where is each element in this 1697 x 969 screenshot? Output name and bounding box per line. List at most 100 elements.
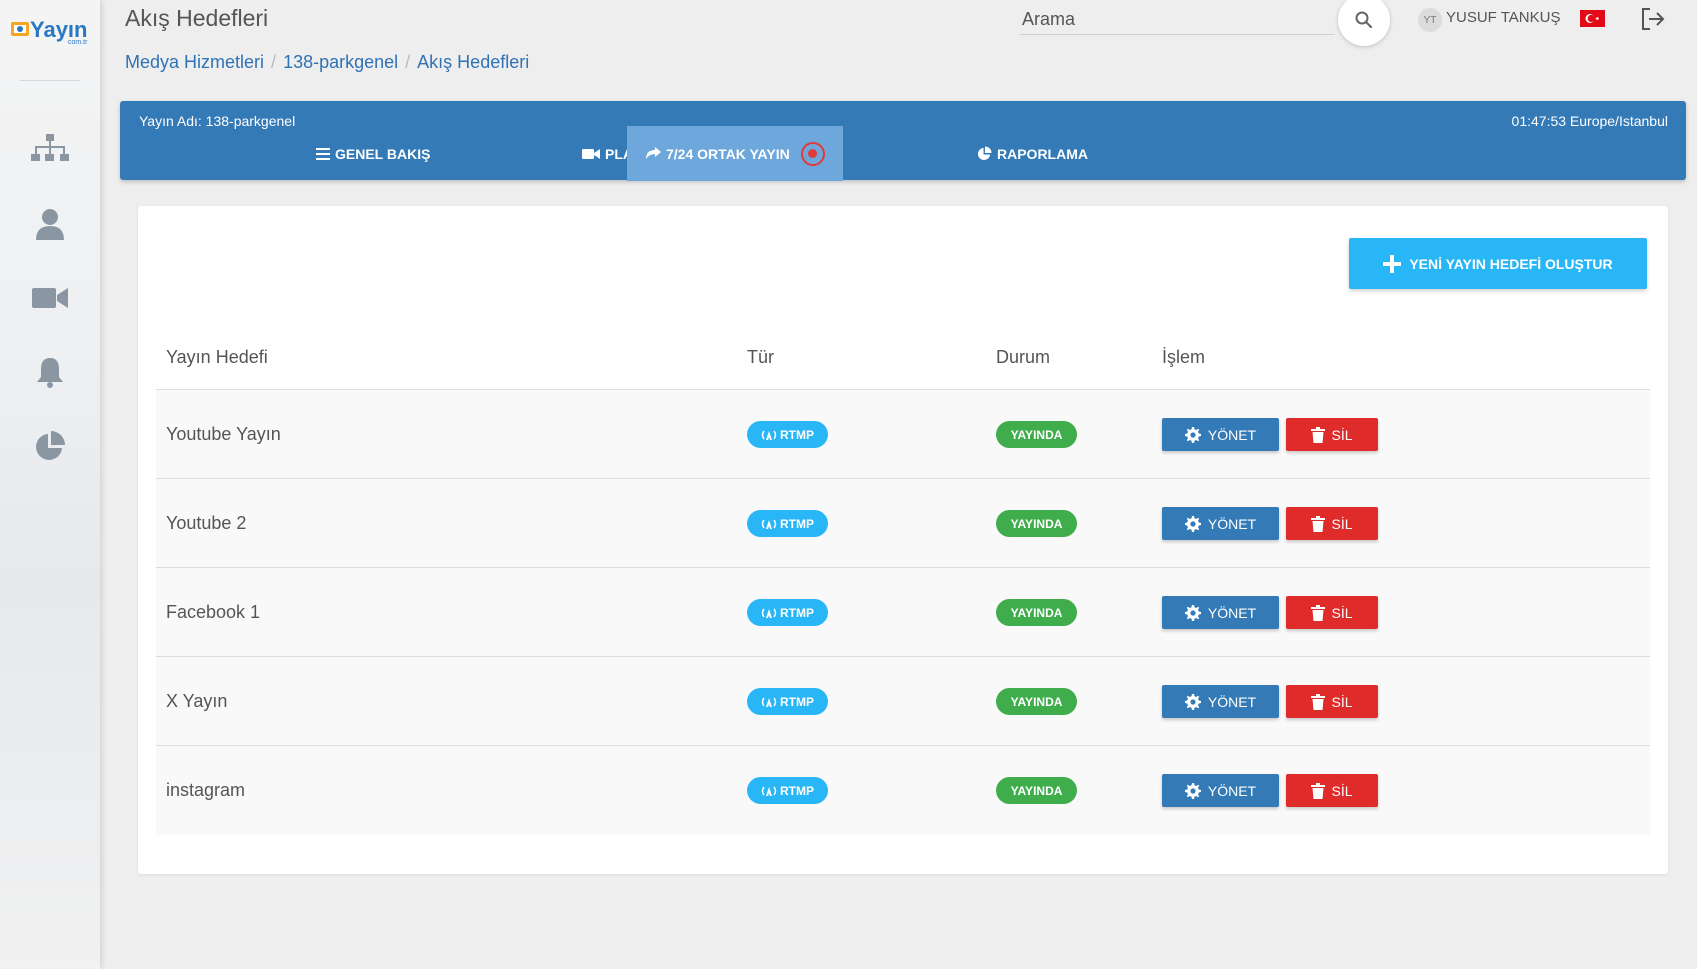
- list-icon: [316, 147, 330, 160]
- type-cell: RTMP: [747, 390, 828, 479]
- manage-button[interactable]: YÖNET: [1162, 418, 1279, 451]
- stream-panel: Yayın Adı: 138-parkgenel 01:47:53 Europe…: [120, 101, 1686, 181]
- sidebar: Yayın com.tr: [0, 0, 100, 969]
- status-badge: YAYINDA: [996, 777, 1077, 804]
- brand-logo[interactable]: Yayın com.tr: [10, 12, 92, 46]
- gear-icon: [1184, 515, 1201, 532]
- type-label: RTMP: [780, 516, 814, 531]
- target-name: Youtube 2: [166, 513, 247, 533]
- column-header: Durum: [996, 347, 1051, 367]
- type-cell: RTMP: [747, 479, 828, 568]
- delete-button[interactable]: SİL: [1286, 596, 1378, 629]
- column-header: Yayın Hedefi: [166, 347, 268, 367]
- table-row: Youtube 2 RTMP YAYINDA YÖNET SİL: [156, 479, 1650, 568]
- delete-label: SİL: [1331, 693, 1353, 710]
- status-badge: YAYINDA: [996, 599, 1077, 626]
- manage-label: YÖNET: [1207, 693, 1257, 710]
- manage-label: YÖNET: [1207, 782, 1257, 799]
- type-label: RTMP: [780, 427, 814, 442]
- type-badge: RTMP: [747, 510, 828, 537]
- breadcrumb-item[interactable]: Medya Hizmetleri: [125, 52, 264, 73]
- status-badge: YAYINDA: [996, 421, 1077, 448]
- video-camera-icon[interactable]: [30, 278, 70, 318]
- trash-icon: [1311, 782, 1326, 799]
- pie-chart-icon: [977, 146, 992, 161]
- actions-cell: YÖNET SİL: [1162, 657, 1378, 746]
- status-badge: YAYINDA: [996, 688, 1077, 715]
- manage-button[interactable]: YÖNET: [1162, 774, 1279, 807]
- manage-button[interactable]: YÖNET: [1162, 507, 1279, 540]
- search-button[interactable]: [1338, 0, 1390, 46]
- table-row: Facebook 1 RTMP YAYINDA YÖNET SİL: [156, 568, 1650, 657]
- logout-icon[interactable]: [1640, 6, 1666, 32]
- trash-icon: [1311, 604, 1326, 621]
- video-icon: [582, 148, 600, 159]
- status-cell: YAYINDA: [996, 390, 1077, 479]
- delete-button[interactable]: SİL: [1286, 685, 1378, 718]
- broadcast-icon: [761, 430, 777, 440]
- gear-icon: [1184, 782, 1201, 799]
- svg-text:com.tr: com.tr: [68, 39, 88, 46]
- broadcast-icon: [761, 519, 777, 529]
- plus-icon: [1383, 254, 1402, 273]
- type-badge: RTMP: [747, 777, 828, 804]
- tab-label: RAPORLAMA: [997, 145, 1088, 162]
- gear-icon: [1184, 693, 1201, 710]
- column-header: Tür: [747, 347, 774, 367]
- avatar[interactable]: YT: [1418, 8, 1442, 32]
- delete-label: SİL: [1331, 604, 1353, 621]
- type-badge: RTMP: [747, 688, 828, 715]
- type-badge: RTMP: [747, 599, 828, 626]
- manage-button[interactable]: YÖNET: [1162, 596, 1279, 629]
- delete-button[interactable]: SİL: [1286, 418, 1378, 451]
- trash-icon: [1311, 426, 1326, 443]
- delete-button[interactable]: SİL: [1286, 774, 1378, 807]
- trash-icon: [1311, 515, 1326, 532]
- target-name: Youtube Yayın: [166, 424, 281, 444]
- user-name[interactable]: YUSUF TANKUŞ: [1446, 9, 1560, 26]
- live-record-icon: [800, 141, 825, 166]
- target-name: X Yayın: [166, 691, 228, 711]
- type-badge: RTMP: [747, 421, 828, 448]
- status-cell: YAYINDA: [996, 568, 1077, 657]
- delete-label: SİL: [1331, 426, 1353, 443]
- tab-genel-bakis[interactable]: GENEL BAKIŞ: [298, 126, 448, 181]
- column-header: İşlem: [1162, 347, 1206, 367]
- sitemap-icon[interactable]: [30, 130, 70, 170]
- turkish-flag-icon[interactable]: [1580, 10, 1605, 27]
- delete-button[interactable]: SİL: [1286, 507, 1378, 540]
- type-cell: RTMP: [747, 657, 828, 746]
- tab-raporlama[interactable]: RAPORLAMA: [959, 126, 1106, 181]
- pie-chart-icon[interactable]: [30, 426, 70, 466]
- broadcast-icon: [761, 697, 777, 707]
- search-field: [1020, 4, 1335, 35]
- manage-label: YÖNET: [1207, 426, 1257, 443]
- target-name: Facebook 1: [166, 602, 261, 622]
- stream-targets-table: Yayın Hedefi Tür Durum İşlem Youtube Yay…: [156, 323, 1650, 835]
- breadcrumb-separator: /: [271, 52, 277, 72]
- table-row: X Yayın RTMP YAYINDA YÖNET SİL: [156, 657, 1650, 746]
- tab-ortak-yayin[interactable]: 7/24 ORTAK YAYIN: [627, 126, 843, 181]
- actions-cell: YÖNET SİL: [1162, 568, 1378, 657]
- gear-icon: [1184, 426, 1201, 443]
- delete-label: SİL: [1331, 782, 1353, 799]
- breadcrumb-item-current[interactable]: Akış Hedefleri: [417, 52, 529, 73]
- bell-icon[interactable]: [30, 352, 70, 392]
- broadcast-icon: [761, 608, 777, 618]
- search-input[interactable]: [1020, 4, 1335, 34]
- tab-label: GENEL BAKIŞ: [335, 145, 431, 162]
- gear-icon: [1184, 604, 1201, 621]
- actions-cell: YÖNET SİL: [1162, 390, 1378, 479]
- new-stream-target-button[interactable]: YENİ YAYIN HEDEFİ OLUŞTUR: [1349, 238, 1647, 289]
- status-cell: YAYINDA: [996, 746, 1077, 835]
- type-label: RTMP: [780, 694, 814, 709]
- user-icon[interactable]: [30, 204, 70, 244]
- breadcrumb: Medya Hizmetleri / 138-parkgenel / Akış …: [125, 52, 529, 73]
- manage-button[interactable]: YÖNET: [1162, 685, 1279, 718]
- breadcrumb-item[interactable]: 138-parkgenel: [283, 52, 398, 73]
- delete-label: SİL: [1331, 515, 1353, 532]
- clock: 01:47:53 Europe/Istanbul: [1511, 113, 1668, 129]
- status-cell: YAYINDA: [996, 657, 1077, 746]
- status-cell: YAYINDA: [996, 479, 1077, 568]
- share-icon: [646, 147, 661, 159]
